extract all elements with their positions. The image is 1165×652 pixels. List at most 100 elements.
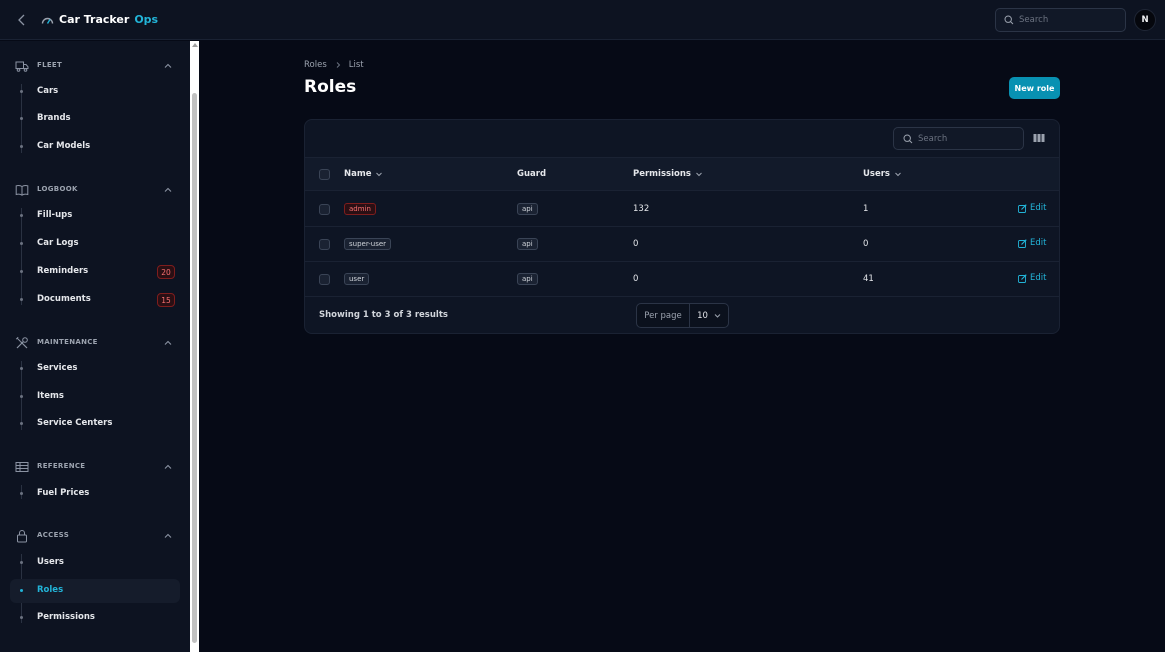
users-count: 0 [863,239,869,249]
sidebar-item-documents[interactable]: Documents 15 [10,288,180,312]
search-icon [1004,15,1014,25]
documents-count-badge: 15 [157,293,175,307]
nav-dot [20,270,23,273]
chevron-up-icon[interactable] [163,61,173,71]
table-icon [15,462,29,472]
sidebar-group-reference[interactable]: REFERENCE [0,459,190,475]
sidebar-group-fleet[interactable]: FLEET [0,58,190,74]
guard-badge: api [517,203,538,215]
per-page-value-wrap[interactable]: 10 [690,304,728,327]
nav-dot [20,145,23,148]
sidebar-item-label: Fuel Prices [37,488,90,498]
role-name-badge: user [344,273,370,285]
sidebar-item-reminders[interactable]: Reminders 20 [10,260,180,284]
sidebar-item-car-logs[interactable]: Car Logs [10,232,180,256]
permissions-count: 132 [633,204,650,214]
nav-dot [20,117,23,120]
chevron-down-icon [895,172,901,177]
table-row[interactable]: user api 0 41 Edit [305,262,1059,297]
sidebar-item-label: Service Centers [37,418,113,428]
edit-icon [1018,238,1027,248]
sidebar-item-cars[interactable]: Cars [10,80,180,104]
sidebar-item-label: Roles [37,585,64,595]
row-checkbox[interactable] [319,204,330,215]
sidebar-item-items[interactable]: Items [10,385,180,409]
per-page-value: 10 [697,310,708,321]
sidebar-item-label: Services [37,363,78,373]
sidebar-item-fuel-prices[interactable]: Fuel Prices [10,482,180,506]
table-search-placeholder: Search [918,133,948,144]
row-checkbox[interactable] [319,239,330,250]
tools-icon [15,336,28,349]
table-search-input[interactable]: Search [893,127,1024,150]
per-page-select[interactable]: Per page 10 [636,303,729,328]
sidebar-item-fill-ups[interactable]: Fill-ups [10,204,180,228]
sidebar-item-label: Items [37,391,64,401]
chevron-down-icon [696,172,702,177]
table-header: Name Guard Permissions Users [305,157,1059,191]
nav-dot [20,616,23,619]
nav-dot [20,395,23,398]
table-row[interactable]: super-user api 0 0 Edit [305,227,1059,262]
sidebar-item-brands[interactable]: Brands [10,107,180,131]
column-header-label: Guard [517,169,547,179]
sidebar-scrollbar[interactable] [190,41,199,652]
sidebar-item-users[interactable]: Users [10,551,180,575]
sidebar-item-label: Car Models [37,141,91,151]
breadcrumb-roles-link[interactable]: Roles [304,60,327,70]
breadcrumb: Roles List [304,60,364,70]
sidebar-group-label: ACCESS [37,531,70,539]
app-brand[interactable]: Car Tracker Ops [41,13,158,26]
sidebar-item-label: Documents [37,294,91,304]
reminders-count-badge: 20 [157,265,175,279]
column-header-permissions[interactable]: Permissions [633,169,703,179]
sidebar-group-label: FLEET [37,61,63,69]
sidebar-group-label: REFERENCE [37,462,86,470]
column-header-name[interactable]: Name [344,169,383,179]
chevron-up-icon[interactable] [163,531,173,541]
sidebar-group-access[interactable]: ACCESS [0,528,190,544]
guard-badge: api [517,238,538,250]
user-avatar[interactable]: N [1134,9,1156,31]
edit-button[interactable]: Edit [1018,238,1046,248]
sidebar-group-maintenance[interactable]: MAINTENANCE [0,335,190,351]
edit-icon [1018,203,1027,213]
column-header-guard: Guard [517,169,546,179]
new-role-button[interactable]: New role [1009,77,1060,99]
edit-button[interactable]: Edit [1018,203,1046,213]
nav-dot [20,90,23,93]
chevron-up-icon[interactable] [163,185,173,195]
column-header-label: Name [344,169,372,179]
chevron-left-icon[interactable] [16,12,28,28]
columns-icon[interactable] [1033,133,1045,143]
sidebar-group-logbook[interactable]: LOGBOOK [0,182,190,198]
nav-dot [20,492,23,495]
nav-dot [20,298,23,301]
sidebar-group-label: LOGBOOK [37,185,78,193]
sidebar-item-car-models[interactable]: Car Models [10,135,180,159]
sidebar-item-services[interactable]: Services [10,357,180,381]
scrollbar-thumb[interactable] [192,93,197,643]
sidebar-item-service-centers[interactable]: Service Centers [10,412,180,436]
table-row[interactable]: admin api 132 1 Edit [305,192,1059,227]
role-name-badge: admin [344,203,376,215]
search-icon [903,133,913,143]
sidebar-item-permissions[interactable]: Permissions [10,606,180,630]
global-search-input[interactable]: Search [995,8,1126,32]
breadcrumb-current: List [348,60,364,70]
permissions-count: 0 [633,274,639,284]
scroll-up-arrow-icon[interactable] [192,43,198,47]
sidebar-item-roles[interactable]: Roles [10,579,180,603]
sidebar-item-label: Cars [37,86,59,96]
column-header-users[interactable]: Users [863,169,902,179]
chevron-up-icon[interactable] [163,338,173,348]
edit-button[interactable]: Edit [1018,273,1046,283]
row-checkbox[interactable] [319,274,330,285]
chevron-up-icon[interactable] [163,462,173,472]
edit-label: Edit [1030,238,1047,248]
nav-dot [20,242,23,245]
select-all-checkbox[interactable] [319,169,330,180]
sidebar-item-label: Permissions [37,612,95,622]
nav-dot [20,589,23,592]
edit-label: Edit [1030,273,1047,283]
